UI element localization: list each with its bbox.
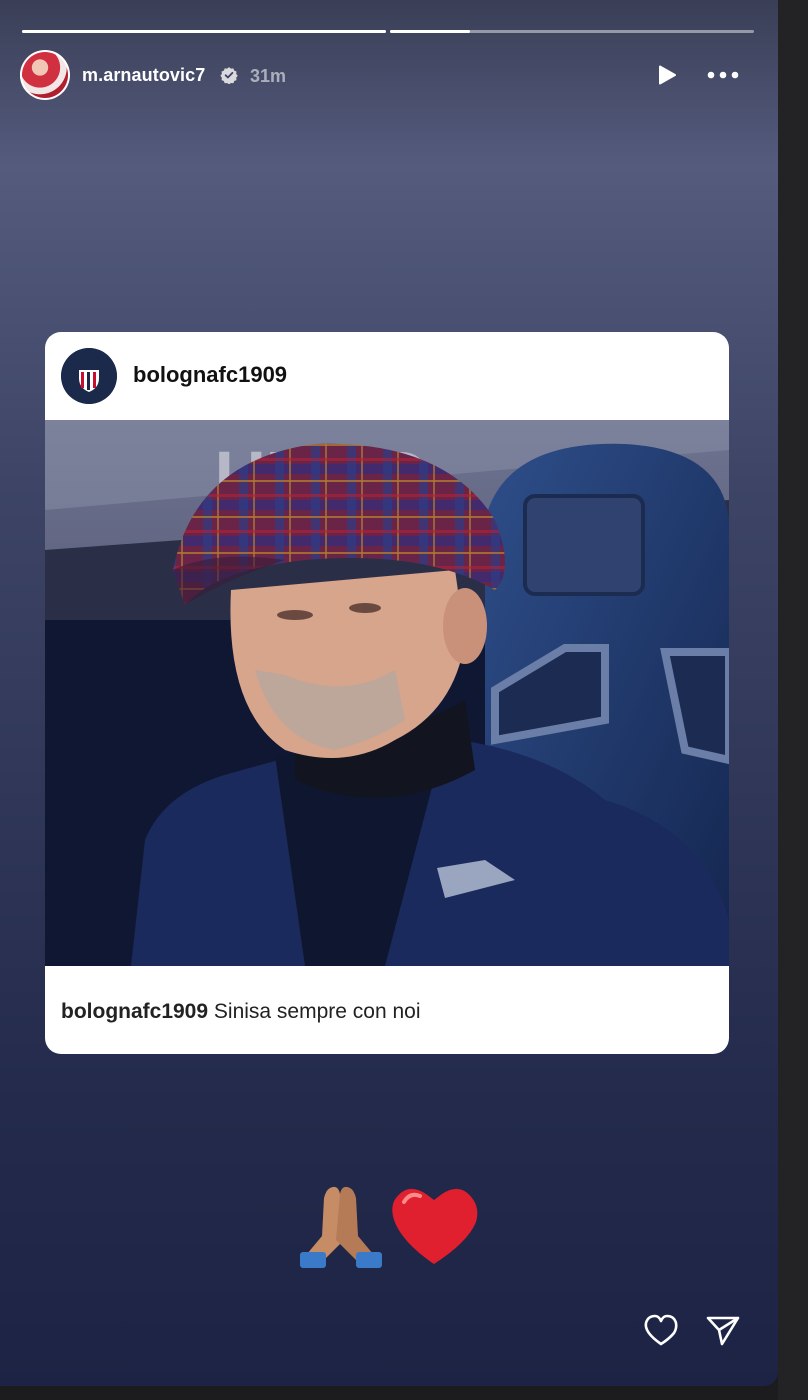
story-viewer[interactable]: m.arnautovic7 31m bolognafc1909 bolognaf… <box>0 0 778 1386</box>
play-icon[interactable] <box>656 64 678 86</box>
post-caption: bolognafc1909 Sinisa sempre con noi <box>61 1000 421 1024</box>
story-timestamp: 31m <box>250 66 287 86</box>
folded-hands-icon <box>300 1186 382 1268</box>
caption-text: Sinisa sempre con noi <box>213 1000 421 1023</box>
more-horizontal-icon[interactable] <box>706 64 740 86</box>
shared-post-card[interactable]: bolognafc1909 UM <box>45 332 729 1054</box>
progress-segment-2 <box>390 30 754 33</box>
story-username[interactable]: m.arnautovic7 <box>82 65 205 86</box>
verified-badge-icon <box>220 67 238 84</box>
heart-icon[interactable] <box>642 1312 680 1348</box>
viewer-side-gutter <box>778 0 808 1400</box>
bologna-logo-avatar[interactable] <box>61 348 117 404</box>
progress-segment-1 <box>22 30 386 33</box>
avatar[interactable] <box>20 50 70 100</box>
caption-username[interactable]: bolognafc1909 <box>61 1000 208 1023</box>
emoji-sticker <box>300 1186 478 1268</box>
post-photo: UMOD <box>45 420 729 966</box>
progress-fill-2 <box>390 30 471 33</box>
paper-plane-icon[interactable] <box>704 1312 742 1348</box>
shared-post-account[interactable]: bolognafc1909 <box>133 362 287 388</box>
story-header: m.arnautovic7 31m <box>20 50 758 100</box>
progress-fill-1 <box>22 30 386 33</box>
